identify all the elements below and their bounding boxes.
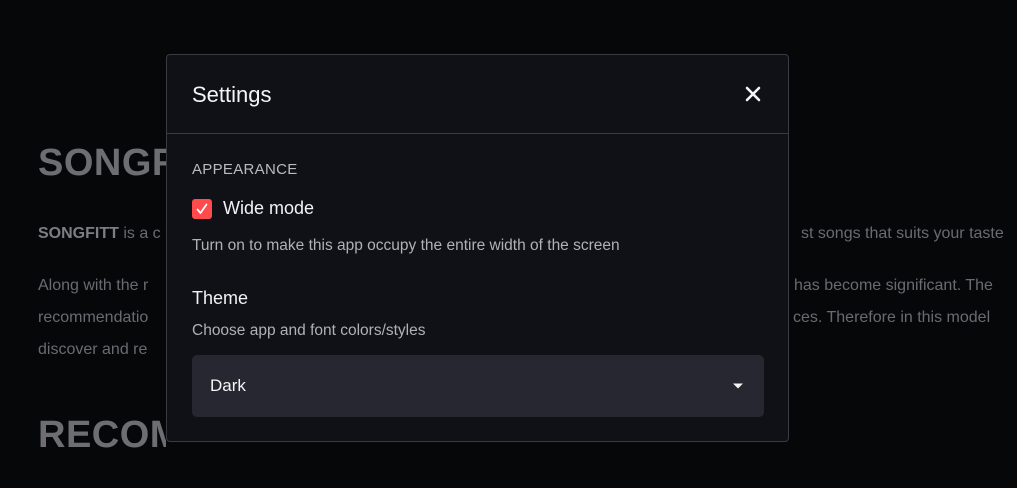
app-title: SONGFITT: [38, 142, 166, 184]
close-button[interactable]: [742, 83, 764, 105]
checkbox-checked[interactable]: [192, 198, 212, 219]
app-page: SONGFITT SONGFITT is a c Along with the …: [0, 0, 1017, 488]
caret-down-icon: [733, 383, 743, 389]
checkmark-icon: [196, 203, 208, 214]
intro-line-1: SONGFITT is a c: [38, 225, 161, 243]
wide-mode-label: Wide mode: [223, 198, 315, 218]
appearance-section-label: APPEARANCE: [192, 161, 298, 178]
intro-line-3: recommendatio: [38, 309, 149, 326]
theme-select-value: Dark: [210, 376, 246, 395]
theme-select[interactable]: Dark: [192, 355, 764, 417]
close-icon: [745, 86, 761, 102]
intro-line-1-right: st songs that suits your taste: [801, 225, 1004, 242]
intro-brand: SONGFITT: [38, 225, 119, 242]
theme-help: Choose app and font colors/styles: [192, 322, 426, 339]
dialog-header: Settings: [167, 55, 788, 134]
wide-mode-help: Turn on to make this app occupy the enti…: [192, 237, 620, 254]
intro-line-2-right: has become significant. The: [794, 277, 993, 294]
background-right: st songs that suits your taste has becom…: [791, 0, 1017, 488]
intro-line-2: Along with the r: [38, 277, 149, 294]
intro-line-4: discover and re: [38, 341, 148, 358]
dialog-title: Settings: [192, 82, 272, 107]
background-left: SONGFITT SONGFITT is a c Along with the …: [0, 0, 166, 488]
wide-mode-checkbox[interactable]: Wide mode: [192, 198, 314, 219]
intro-line-3-right: ces. Therefore in this model: [793, 309, 991, 326]
intro-text-1: is a c: [118, 225, 161, 242]
section-title: RECOMMENDATION ENGINE: [38, 414, 166, 456]
theme-label: Theme: [192, 288, 249, 308]
settings-dialog: Settings APPEARANCE Wide mode Turn on to…: [166, 54, 789, 442]
